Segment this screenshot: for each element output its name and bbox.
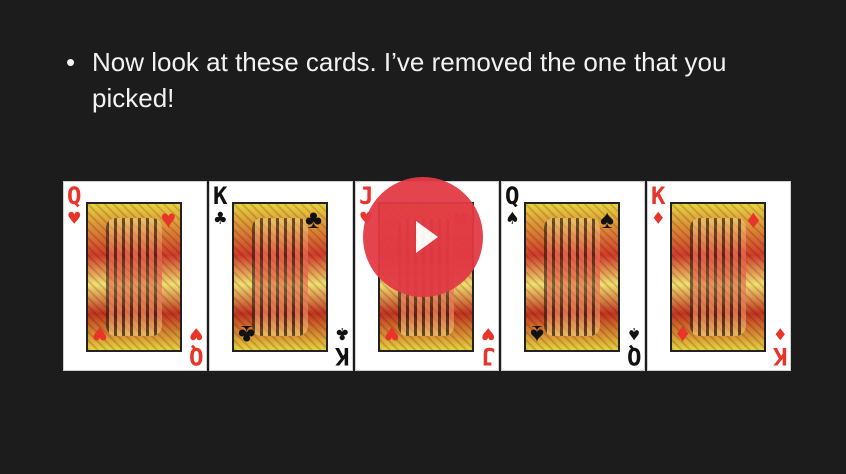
club-icon: ♣ (335, 322, 348, 346)
card-corner-bottom: Q ♥ (188, 322, 203, 370)
card-rank: Q (505, 182, 520, 210)
card-rank: Q (626, 342, 641, 370)
card-corner-top: K ♣ (213, 184, 227, 228)
spade-icon: ♠ (600, 204, 614, 234)
card-queen-of-hearts: Q ♥ ♥ ♥ Q ♥ (63, 181, 207, 371)
spade-icon: ♠ (506, 206, 519, 230)
card-king-of-clubs: K ♣ ♣ ♣ K ♣ (209, 181, 353, 371)
presentation-slide: • Now look at these cards. I’ve removed … (0, 0, 846, 474)
card-corner-top: K ♦ (651, 184, 665, 228)
heart-icon: ♥ (160, 204, 176, 234)
heart-icon: ♥ (189, 322, 202, 346)
diamond-icon: ♦ (746, 204, 760, 234)
card-king-of-diamonds: K ♦ ♦ ♦ K ♦ (647, 181, 791, 371)
club-icon: ♣ (214, 206, 227, 230)
card-queen-of-spades: Q ♠ ♠ ♠ Q ♠ (501, 181, 645, 371)
play-icon[interactable] (416, 221, 438, 253)
bullet-text: Now look at these cards. I’ve removed th… (92, 47, 727, 113)
bullet-item: • Now look at these cards. I’ve removed … (66, 44, 766, 116)
card-corner-bottom: K ♦ (772, 322, 787, 370)
card-rank: J (480, 342, 495, 370)
bullet-dot: • (66, 47, 76, 77)
card-rank: K (334, 342, 349, 370)
card-face-art: ♣ ♣ (232, 202, 328, 352)
diamond-icon: ♦ (676, 320, 690, 350)
club-icon: ♣ (238, 320, 256, 350)
heart-icon: ♥ (481, 322, 494, 346)
card-corner-bottom: K ♣ (334, 322, 349, 370)
heart-icon: ♥ (384, 320, 400, 350)
diamond-icon: ♦ (652, 206, 665, 230)
diamond-icon: ♦ (773, 322, 786, 346)
card-rank: Q (188, 342, 203, 370)
card-corner-bottom: J ♥ (480, 322, 495, 370)
spade-icon: ♠ (627, 322, 640, 346)
club-icon: ♣ (304, 204, 322, 234)
card-face-art: ♠ ♠ (524, 202, 620, 352)
card-rank: K (213, 182, 228, 210)
card-face-art: ♥ ♥ (86, 202, 182, 352)
card-corner-top: Q ♥ (67, 184, 81, 228)
card-rank: K (772, 342, 787, 370)
card-corner-bottom: Q ♠ (626, 322, 641, 370)
card-rank: K (651, 182, 666, 210)
spade-icon: ♠ (530, 320, 544, 350)
heart-icon: ♥ (68, 206, 81, 230)
video-play-button[interactable] (363, 177, 483, 297)
heart-icon: ♥ (92, 320, 108, 350)
card-rank: Q (67, 182, 82, 210)
card-corner-top: Q ♠ (505, 184, 519, 228)
card-face-art: ♦ ♦ (670, 202, 766, 352)
